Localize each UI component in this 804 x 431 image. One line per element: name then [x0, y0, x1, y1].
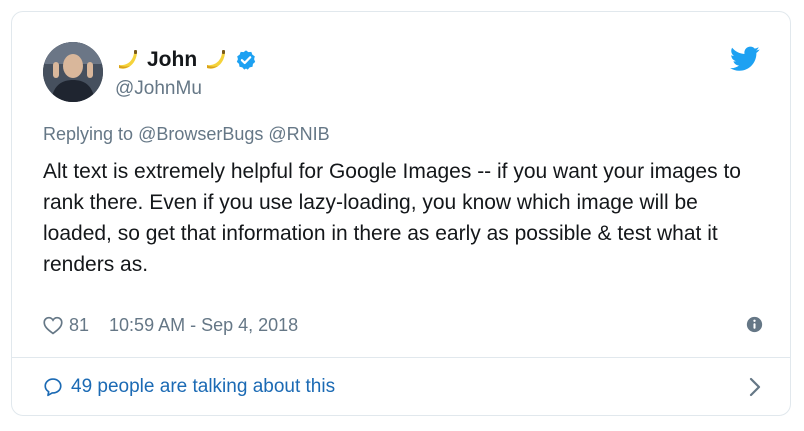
- speech-bubble-icon: [44, 378, 62, 397]
- banana-emoji-icon: [207, 50, 226, 69]
- divider: [12, 357, 790, 358]
- author-name-row[interactable]: John: [115, 45, 257, 75]
- tweet-text: Alt text is extremely helpful for Google…: [43, 160, 741, 276]
- reply-context: Replying to @BrowserBugs @RNIB: [43, 124, 330, 145]
- discussion-link[interactable]: 49 people are talking about this: [43, 374, 335, 400]
- discussion-label[interactable]: 49 people are talking about this: [71, 376, 335, 398]
- reply-prefix: Replying to: [43, 124, 139, 144]
- verified-badge-icon: [237, 50, 256, 70]
- heart-icon[interactable]: [43, 316, 63, 335]
- author-display-name[interactable]: John: [147, 48, 197, 72]
- info-icon[interactable]: [746, 316, 763, 333]
- tweet-meta: 81 10:59 AM - Sep 4, 2018: [43, 312, 298, 338]
- tweet-timestamp[interactable]: 10:59 AM - Sep 4, 2018: [109, 315, 298, 336]
- author-handle[interactable]: @JohnMu: [115, 78, 202, 100]
- reply-mentions[interactable]: @BrowserBugs @RNIB: [138, 124, 330, 144]
- twitter-bird-icon[interactable]: [730, 46, 760, 72]
- tweet-card[interactable]: John @JohnMu Replying to @BrowserBugs @R…: [11, 11, 791, 416]
- banana-emoji-icon: [119, 50, 137, 69]
- chevron-right-icon[interactable]: [748, 376, 762, 398]
- avatar[interactable]: [43, 42, 103, 102]
- like-count[interactable]: 81: [69, 315, 89, 336]
